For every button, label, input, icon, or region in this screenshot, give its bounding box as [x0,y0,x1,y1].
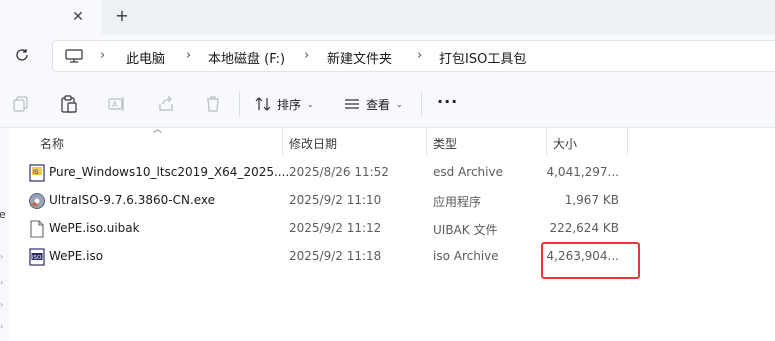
file-name: Pure_Windows10_ltsc2019_X64_2025.... [49,165,290,179]
sort-button[interactable]: 排序 ⌄ [255,94,314,114]
sort-label: 排序 [277,97,302,112]
chevron-down-icon: ⌄ [307,99,314,109]
breadcrumb-separator: › [186,48,192,63]
svg-text:A: A [112,100,118,109]
file-name: WePE.iso [49,249,104,263]
refresh-icon[interactable] [14,47,30,63]
file-date: 2025/9/2 11:10 [289,193,382,207]
file-date: 2025/8/26 11:52 [289,165,389,179]
file-row[interactable]: WePE.iso.uibak 2025/9/2 11:12 UIBAK 文件 2… [20,215,628,243]
breadcrumb-iso-toolkit[interactable]: 打包ISO工具包 [439,48,526,67]
chevron-down-icon: ⌄ [396,99,403,109]
view-label: 查看 [366,97,391,112]
breadcrumb-drive-f[interactable]: 本地磁盘 (F:) [208,48,285,67]
file-row[interactable]: IS Pure_Windows10_ltsc2019_X64_2025.... … [20,159,628,187]
command-bar: A 排序 ⌄ 查看 ⌄ ··· [0,78,775,128]
svg-text:IS: IS [33,169,39,176]
paste-icon[interactable] [60,95,78,113]
breadcrumb-separator: › [100,48,106,63]
disc-image-icon: IS [29,164,45,182]
navigation-pane-label: e [0,208,6,221]
toolbar-divider [421,92,422,116]
view-icon [345,99,359,109]
sort-icon [255,97,271,111]
delete-icon[interactable] [204,95,222,113]
file-size: 222,624 KB [549,221,619,235]
file-date: 2025/9/2 11:12 [289,221,382,235]
more-options-button[interactable]: ··· [437,92,458,111]
file-type: esd Archive [433,165,503,179]
this-pc-icon [65,49,83,63]
new-tab-icon[interactable]: + [113,7,131,25]
expand-chevron-icon[interactable]: › [0,300,3,309]
column-divider[interactable] [546,128,547,156]
ultraiso-app-icon [29,193,45,209]
toolbar-divider [239,92,240,116]
view-button[interactable]: 查看 ⌄ [344,94,403,114]
breadcrumb-separator: › [304,48,310,63]
navigation-pane: › › › › [0,128,10,341]
expand-chevron-icon[interactable]: › [0,278,3,287]
highlight-box [541,242,640,279]
expand-chevron-icon[interactable]: › [0,322,3,331]
file-row[interactable]: UltraISO-9.7.6.3860-CN.exe 2025/9/2 11:1… [20,187,628,215]
breadcrumb-separator: › [417,48,423,63]
column-header-type[interactable]: 类型 [433,135,457,152]
file-size: 1,967 KB [564,193,619,207]
column-header-row: 名称 修改日期 类型 大小 [0,128,628,156]
file-name: WePE.iso.uibak [49,221,140,235]
rename-icon[interactable]: A [108,95,126,113]
address-bar[interactable]: › 此电脑 › 本地磁盘 (F:) › 新建文件夹 › 打包ISO工具包 [52,40,775,72]
file-type: 应用程序 [433,195,482,209]
file-date: 2025/9/2 11:18 [289,249,382,263]
column-divider[interactable] [627,128,628,156]
active-tab[interactable]: ✕ [0,0,101,34]
column-header-date[interactable]: 修改日期 [289,135,337,152]
expand-chevron-icon[interactable]: › [0,252,3,261]
breadcrumb-this-pc[interactable]: 此电脑 [126,48,165,67]
file-size: 4,041,297... [546,165,619,179]
file-name: UltraISO-9.7.6.3860-CN.exe [49,193,216,207]
breadcrumb-new-folder[interactable]: 新建文件夹 [327,48,392,67]
column-divider[interactable] [282,128,283,156]
file-type: UIBAK 文件 [433,223,498,237]
column-header-size[interactable]: 大小 [553,135,577,152]
close-tab-icon[interactable]: ✕ [70,9,86,25]
share-icon[interactable] [157,95,175,113]
file-type: iso Archive [433,249,499,263]
column-header-name[interactable]: 名称 [40,135,64,152]
navigation-bar: › 此电脑 › 本地磁盘 (F:) › 新建文件夹 › 打包ISO工具包 [0,34,775,78]
iso-file-icon: ISO [29,248,45,266]
blank-file-icon [30,220,44,238]
file-row[interactable]: ISO WePE.iso 2025/9/2 11:18 iso Archive … [20,243,628,271]
column-divider[interactable] [426,128,427,156]
copy-icon[interactable] [12,95,30,113]
tab-strip: ✕ + [0,0,775,34]
svg-text:ISO: ISO [32,255,42,261]
